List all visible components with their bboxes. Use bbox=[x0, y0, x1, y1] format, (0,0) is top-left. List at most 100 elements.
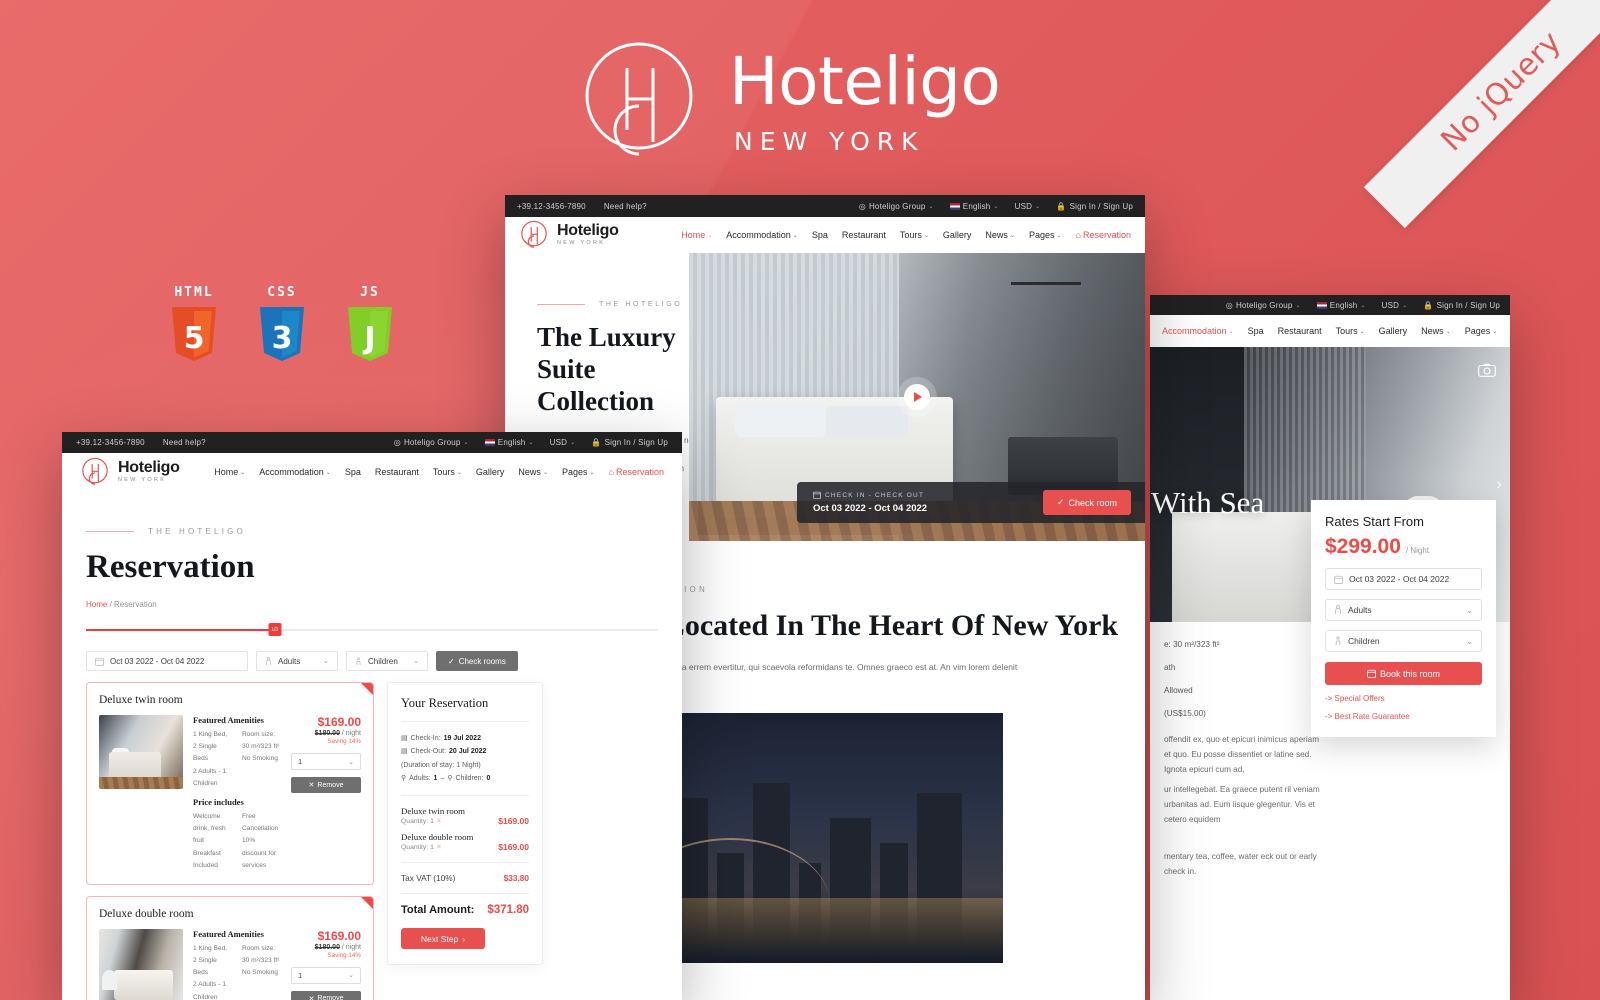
progress-knob[interactable]: 1/3 bbox=[268, 623, 282, 636]
nav-item-pages[interactable]: Pages ⌄ bbox=[562, 467, 595, 477]
nav-item-tours[interactable]: Tours ⌄ bbox=[433, 467, 462, 477]
children-select[interactable]: Children ⌄ bbox=[346, 651, 428, 671]
selected-corner-badge bbox=[361, 683, 373, 695]
adults-select[interactable]: Adults ⌄ bbox=[256, 651, 338, 671]
rates-date-value: Oct 03 2022 - Oct 04 2022 bbox=[1349, 574, 1450, 584]
nav-item-accommodation[interactable]: Accommodation ⌄ bbox=[259, 467, 331, 477]
room-pricing: $169.00 $180.00 / night Saving 14% 1 ⌄ ✕… bbox=[291, 929, 361, 1000]
rates-adults-select[interactable]: Adults ⌄ bbox=[1325, 599, 1482, 621]
include-item: Breakfast Included bbox=[193, 849, 221, 869]
nav-item-home[interactable]: Home ⌄ bbox=[214, 467, 245, 477]
topbar-group[interactable]: ◎ Hoteligo Group ⌄ bbox=[1226, 301, 1301, 310]
rates-children-select[interactable]: Children ⌄ bbox=[1325, 630, 1482, 652]
reservation-main: Deluxe twin room Featured Amenities 1 Ki… bbox=[62, 671, 682, 1000]
nav-item-spa[interactable]: Spa bbox=[812, 230, 828, 240]
topbar-currency[interactable]: USD ⌄ bbox=[1015, 202, 1041, 211]
nav-item-restaurant[interactable]: Restaurant bbox=[1278, 326, 1322, 336]
nav-item-gallery[interactable]: Gallery bbox=[943, 230, 972, 240]
nav-item-tours[interactable]: Tours ⌄ bbox=[1336, 326, 1365, 336]
rates-per-night: / Night bbox=[1405, 546, 1430, 555]
flag-icon bbox=[484, 439, 495, 446]
nav-menu: Accommodation ⌄ Spa Restaurant Tours ⌄ Gal… bbox=[1162, 326, 1510, 336]
close-icon[interactable]: ✕ bbox=[436, 843, 442, 851]
nav-item-restaurant[interactable]: Restaurant bbox=[842, 230, 886, 240]
amenity-item: Room size: 30 m²/323 ft² bbox=[242, 731, 280, 751]
topbar-group[interactable]: ◎ Hoteligo Group ⌄ bbox=[859, 202, 934, 211]
checkbar-dates[interactable]: Oct 03 2022 - Oct 04 2022 bbox=[813, 503, 927, 514]
special-offers-link[interactable]: -> Special Offers bbox=[1325, 694, 1482, 703]
book-this-room-button[interactable]: Book this room bbox=[1325, 662, 1482, 685]
breadcrumb-home[interactable]: Home bbox=[86, 600, 107, 609]
next-step-button[interactable]: Next Step › bbox=[401, 928, 485, 950]
quantity-select[interactable]: 1 ⌄ bbox=[291, 966, 361, 984]
nav-item-pages[interactable]: Pages ⌄ bbox=[1029, 230, 1062, 240]
checkin-value: 19 Jul 2022 bbox=[443, 735, 481, 742]
topbar-account[interactable]: 🔒 Sign In / Sign Up bbox=[1056, 202, 1133, 211]
topbar-account[interactable]: 🔒 Sign In / Sign Up bbox=[1423, 301, 1500, 310]
date-range-input[interactable]: Oct 03 2022 - Oct 04 2022 bbox=[86, 651, 248, 671]
topbar-language[interactable]: English ⌄ bbox=[484, 438, 534, 447]
nav-item-news[interactable]: News ⌄ bbox=[1421, 326, 1451, 336]
reservation-eyebrow: THE HOTELIGO bbox=[86, 527, 682, 536]
nav-item-tours[interactable]: Tours ⌄ bbox=[900, 230, 929, 240]
topbar-group[interactable]: ◎ Hoteligo Group ⌄ bbox=[394, 438, 469, 447]
nav-item-reservation[interactable]: ⌂ Reservation bbox=[609, 467, 664, 477]
remove-room-button[interactable]: ✕ Remove bbox=[291, 777, 361, 793]
nav-item-spa[interactable]: Spa bbox=[345, 467, 361, 477]
best-rate-guarantee-link[interactable]: -> Best Rate Guarantee bbox=[1325, 712, 1482, 721]
nav-item-news[interactable]: News ⌄ bbox=[518, 467, 548, 477]
site-logo[interactable]: Hoteligo NEW YORK bbox=[80, 457, 180, 487]
close-icon[interactable]: ✕ bbox=[436, 817, 442, 825]
poster-canvas: No jQuery Hoteligo NEW YORK HTML 5 CSS 3… bbox=[0, 0, 1600, 1000]
nav-item-gallery[interactable]: Gallery bbox=[1379, 326, 1408, 336]
room-old-price-row: $180.00 / night bbox=[291, 730, 361, 737]
quantity-select[interactable]: 1 ⌄ bbox=[291, 753, 361, 770]
nav-item-accommodation[interactable]: Accommodation ⌄ bbox=[726, 230, 798, 240]
nav-item-pages[interactable]: Pages ⌄ bbox=[1465, 326, 1498, 336]
rates-children-value: Children bbox=[1348, 636, 1380, 646]
remove-room-button[interactable]: ✕ Remove bbox=[291, 990, 361, 1000]
nav-item-spa[interactable]: Spa bbox=[1248, 326, 1264, 336]
room-card[interactable]: Deluxe double room Featured Amenities 1 … bbox=[86, 895, 374, 1000]
topbar-account[interactable]: 🔒 Sign In / Sign Up bbox=[591, 438, 668, 447]
room-card[interactable]: Deluxe twin room Featured Amenities 1 Ki… bbox=[86, 682, 374, 885]
child-icon: ⚲ bbox=[447, 774, 453, 782]
tax-amount: $33.80 bbox=[503, 873, 529, 884]
room-old-price: $180.00 bbox=[314, 730, 340, 737]
hoteligo-monogram-icon bbox=[575, 38, 703, 166]
nav-menu: Home ⌄ Accommodation ⌄ Spa Restaurant Tour… bbox=[214, 467, 664, 477]
nav-item-gallery[interactable]: Gallery bbox=[476, 467, 505, 477]
nav-item-restaurant[interactable]: Restaurant bbox=[375, 467, 419, 477]
browser-window-reservation[interactable]: +39.12-3456-7890 Need help? ◎ Hoteligo G… bbox=[62, 432, 682, 1000]
amenity-item: Room size: 30 m²/323 ft² bbox=[242, 944, 280, 965]
topbar-phone[interactable]: +39.12-3456-7890 bbox=[76, 438, 145, 447]
chevron-right-icon[interactable]: › bbox=[1497, 476, 1502, 494]
topbar-currency[interactable]: USD ⌄ bbox=[550, 438, 576, 447]
nav-item-news[interactable]: News ⌄ bbox=[985, 230, 1015, 240]
topbar-help[interactable]: Need help? bbox=[163, 438, 206, 447]
check-rooms-button[interactable]: ✓ Check rooms bbox=[436, 651, 518, 671]
topbar-currency[interactable]: USD ⌄ bbox=[1382, 301, 1408, 310]
topbar-language[interactable]: English ⌄ bbox=[949, 202, 999, 211]
room-thumbnail[interactable] bbox=[99, 715, 183, 789]
topbar: +39.12-3456-7890 Need help? ◎ Hoteligo G… bbox=[505, 195, 1145, 217]
rates-date-input[interactable]: Oct 03 2022 - Oct 04 2022 bbox=[1325, 568, 1482, 590]
camera-icon[interactable] bbox=[1476, 359, 1498, 381]
topbar-language[interactable]: English ⌄ bbox=[1316, 301, 1366, 310]
nav-item-reservation[interactable]: ⌂ Reservation bbox=[1076, 230, 1131, 240]
site-logo[interactable]: Hoteligo NEW YORK bbox=[519, 220, 619, 250]
spec-size: e: 30 m²/323 ft² bbox=[1164, 640, 1220, 649]
nav-item-accommodation[interactable]: Accommodation ⌄ bbox=[1162, 326, 1234, 336]
topbar-help[interactable]: Need help? bbox=[604, 202, 647, 211]
quantity-value: 1 bbox=[298, 970, 303, 980]
topbar: ◎ Hoteligo Group ⌄ English ⌄ USD ⌄ 🔒 Sig… bbox=[1150, 295, 1510, 315]
play-icon[interactable] bbox=[904, 384, 930, 410]
topbar-phone[interactable]: +39.12-3456-7890 bbox=[517, 202, 586, 211]
tech-badges: HTML 5 CSS 3 JS J bbox=[168, 285, 396, 363]
browser-window-room-detail[interactable]: ◎ Hoteligo Group ⌄ English ⌄ USD ⌄ 🔒 Sig… bbox=[1150, 295, 1510, 1000]
divider bbox=[401, 721, 529, 722]
room-thumbnail[interactable] bbox=[99, 928, 183, 1000]
nav-item-home[interactable]: Home ⌄ bbox=[681, 230, 712, 240]
person-icon bbox=[1334, 605, 1342, 615]
check-room-button[interactable]: ✓ Check room bbox=[1042, 490, 1131, 515]
